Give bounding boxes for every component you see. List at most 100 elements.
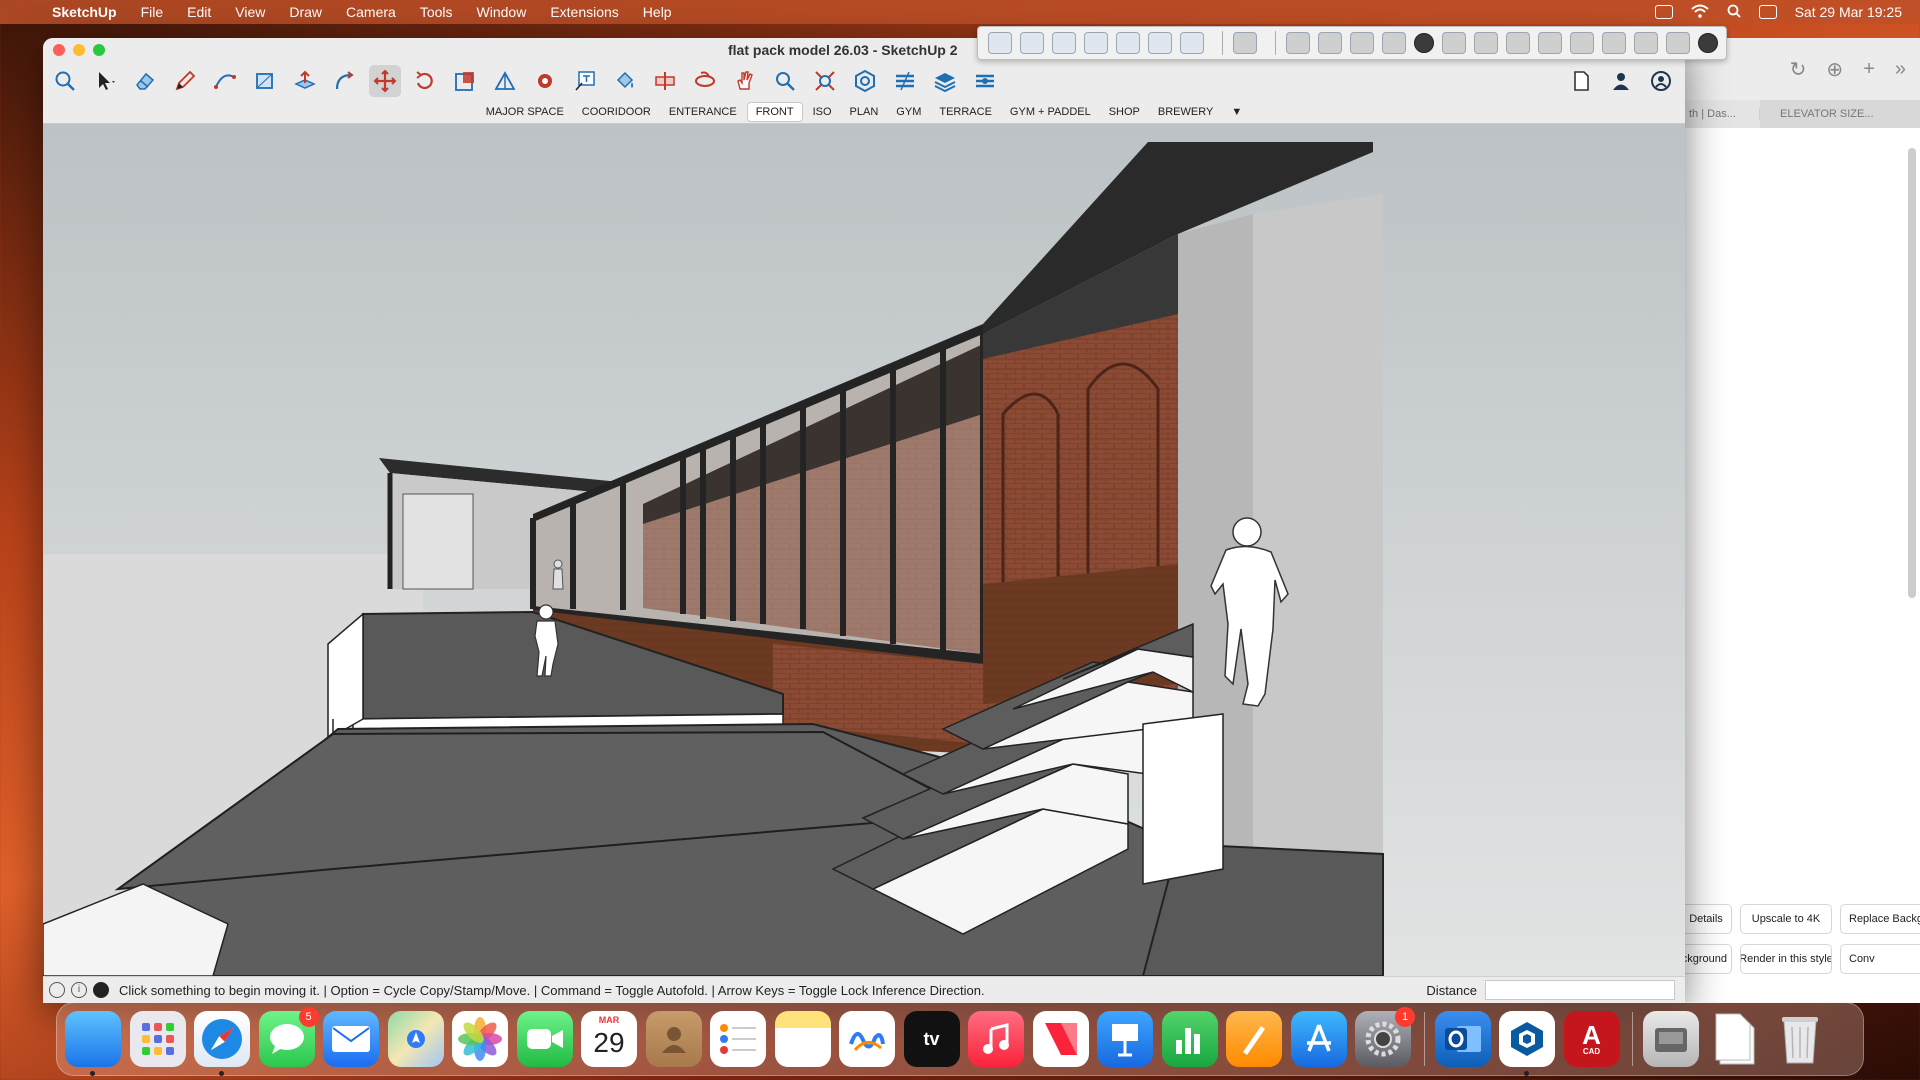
numbers-icon[interactable] bbox=[1161, 1011, 1218, 1067]
section-plane-tool[interactable] bbox=[649, 65, 681, 97]
wifi-icon[interactable] bbox=[1690, 4, 1709, 21]
music-icon[interactable] bbox=[968, 1011, 1024, 1067]
rotate-tool[interactable] bbox=[409, 65, 441, 97]
ext-window-icon[interactable] bbox=[1602, 32, 1626, 54]
profile-tool[interactable] bbox=[1645, 65, 1677, 97]
zoom-tool[interactable] bbox=[769, 65, 801, 97]
ext-tool-4-icon[interactable] bbox=[1084, 32, 1108, 54]
zoom-extents-tool[interactable] bbox=[809, 65, 841, 97]
minimize-window-button[interactable] bbox=[73, 44, 85, 56]
menu-window[interactable]: Window bbox=[465, 4, 539, 20]
scene-tab-corridor[interactable]: COORIDOOR bbox=[574, 103, 659, 121]
ext-account-icon[interactable] bbox=[1698, 33, 1718, 53]
menu-view[interactable]: View bbox=[223, 4, 277, 20]
scene-tab-gym-paddel[interactable]: GYM + PADDEL bbox=[1002, 103, 1099, 121]
close-window-button[interactable] bbox=[53, 44, 65, 56]
trash-icon[interactable] bbox=[1772, 1011, 1828, 1067]
menu-camera[interactable]: Camera bbox=[334, 4, 408, 20]
account-tool[interactable] bbox=[1605, 65, 1637, 97]
ext-settings-icon[interactable] bbox=[1570, 32, 1594, 54]
measurement-input[interactable] bbox=[1485, 980, 1675, 1000]
scene-tab-major-space[interactable]: MAJOR SPACE bbox=[478, 103, 572, 121]
scene-tab-terrace[interactable]: TERRACE bbox=[931, 103, 1000, 121]
render-style-button[interactable]: Render in this style bbox=[1740, 944, 1832, 974]
documents-stack-icon[interactable] bbox=[1708, 1011, 1764, 1067]
background-button[interactable]: ckground bbox=[1680, 944, 1732, 974]
scene-tab-gym[interactable]: GYM bbox=[888, 103, 929, 121]
menu-file[interactable]: File bbox=[129, 4, 176, 20]
ext-checker-icon[interactable] bbox=[1506, 32, 1530, 54]
scene-tab-shop[interactable]: SHOP bbox=[1101, 103, 1148, 121]
ext-paint-icon[interactable] bbox=[1286, 32, 1310, 54]
reminders-icon[interactable] bbox=[710, 1011, 766, 1067]
ext-info-icon[interactable] bbox=[1634, 32, 1658, 54]
scene-tab-entrance[interactable]: ENTERANCE bbox=[661, 103, 745, 121]
ext-file-icon[interactable] bbox=[1382, 32, 1406, 54]
components-tool[interactable] bbox=[849, 65, 881, 97]
news-icon[interactable] bbox=[1032, 1011, 1089, 1067]
scene-tab-plan[interactable]: PLAN bbox=[842, 103, 887, 121]
downloads-folder-icon[interactable] bbox=[1643, 1011, 1699, 1067]
convert-button[interactable]: Conv bbox=[1840, 944, 1920, 974]
scene-tabs-more-chevron-icon[interactable]: ▼ bbox=[1223, 103, 1250, 121]
details-button[interactable]: Details bbox=[1680, 904, 1732, 934]
paint-bucket-tool[interactable] bbox=[609, 65, 641, 97]
ext-tool-5-icon[interactable] bbox=[1116, 32, 1140, 54]
messages-icon[interactable]: 5 bbox=[258, 1007, 319, 1067]
select-tool[interactable] bbox=[89, 65, 121, 97]
browser-tab-elevator[interactable]: ELEVATOR SIZE... bbox=[1760, 100, 1920, 128]
geolocation-icon[interactable] bbox=[49, 982, 65, 998]
menu-tools[interactable]: Tools bbox=[408, 4, 465, 20]
launchpad-icon[interactable] bbox=[129, 1011, 186, 1067]
download-icon[interactable]: ⊕ bbox=[1826, 57, 1843, 82]
pages-icon[interactable] bbox=[1226, 1011, 1282, 1067]
app-store-icon[interactable] bbox=[1290, 1011, 1347, 1067]
info-icon[interactable]: i bbox=[71, 982, 87, 998]
credits-icon[interactable] bbox=[93, 982, 109, 998]
ext-video-icon[interactable] bbox=[1350, 32, 1374, 54]
sketchup-icon[interactable] bbox=[1499, 1011, 1555, 1076]
photos-icon[interactable] bbox=[452, 1011, 508, 1067]
new-tab-icon[interactable]: + bbox=[1863, 58, 1875, 81]
ext-curve-icon[interactable] bbox=[1233, 32, 1257, 54]
dimension-tool[interactable] bbox=[529, 65, 561, 97]
ext-tool-6-icon[interactable] bbox=[1148, 32, 1172, 54]
text-tool[interactable] bbox=[569, 65, 601, 97]
eraser-tool[interactable] bbox=[129, 65, 161, 97]
pencil-tool[interactable] bbox=[169, 65, 201, 97]
finder-icon[interactable] bbox=[65, 1011, 121, 1076]
protractor-tool[interactable] bbox=[489, 65, 521, 97]
apple-tv-icon[interactable]: tv bbox=[903, 1011, 960, 1067]
upscale-button[interactable]: Upscale to 4K bbox=[1740, 904, 1832, 934]
reload-icon[interactable]: ↻ bbox=[1790, 57, 1807, 82]
menu-app-name[interactable]: SketchUp bbox=[50, 4, 129, 20]
scene-tab-iso[interactable]: ISO bbox=[805, 103, 840, 121]
menu-extensions[interactable]: Extensions bbox=[538, 4, 630, 20]
outlook-icon[interactable] bbox=[1434, 1011, 1491, 1067]
scale-tool[interactable] bbox=[449, 65, 481, 97]
autocad-icon[interactable]: A CAD bbox=[1563, 1011, 1620, 1067]
menu-clock[interactable]: Sat 29 Mar 19:25 bbox=[1795, 4, 1902, 20]
orbit-tool[interactable] bbox=[689, 65, 721, 97]
contacts-icon[interactable] bbox=[645, 1011, 702, 1067]
tags-tool[interactable] bbox=[889, 65, 921, 97]
pan-tool[interactable] bbox=[729, 65, 761, 97]
browser-tab-dashboard[interactable]: th | Das... bbox=[1685, 108, 1760, 120]
menu-edit[interactable]: Edit bbox=[175, 4, 223, 20]
calendar-icon[interactable]: MAR 29 bbox=[581, 1011, 637, 1067]
scene-tab-brewery[interactable]: BREWERY bbox=[1150, 103, 1221, 121]
layers-tool[interactable] bbox=[929, 65, 961, 97]
ext-tool-1-icon[interactable] bbox=[988, 32, 1012, 54]
browser-scrollbar[interactable] bbox=[1908, 148, 1916, 598]
facetime-icon[interactable] bbox=[516, 1011, 573, 1067]
ext-add-icon[interactable] bbox=[1414, 33, 1434, 53]
replace-background-button[interactable]: Replace Backgrou bbox=[1840, 904, 1920, 934]
push-pull-tool[interactable] bbox=[289, 65, 321, 97]
ext-copy-icon[interactable] bbox=[1318, 32, 1342, 54]
styles-tool[interactable] bbox=[969, 65, 1001, 97]
sidebar-chevron-icon[interactable]: » bbox=[1895, 58, 1906, 81]
menu-help[interactable]: Help bbox=[631, 4, 684, 20]
keynote-icon[interactable] bbox=[1097, 1011, 1153, 1067]
ext-cart-icon[interactable] bbox=[1666, 32, 1690, 54]
ext-tool-3-icon[interactable] bbox=[1052, 32, 1076, 54]
